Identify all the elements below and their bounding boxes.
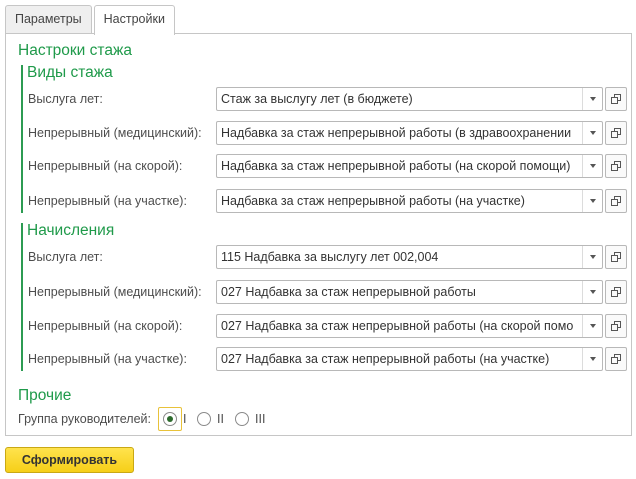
accruals-row-label: Выслуга лет: xyxy=(28,250,103,264)
types-row-label: Непрерывный (медицинский): xyxy=(28,126,202,140)
open-form-button[interactable] xyxy=(605,121,627,145)
field-value: Стаж за выслугу лет (в бюджете) xyxy=(221,92,413,106)
types-medical-field[interactable]: Надбавка за стаж непрерывной работы (в з… xyxy=(216,121,603,145)
radio-option-label: III xyxy=(255,412,266,426)
field-value: 027 Надбавка за стаж непрерывной работы … xyxy=(221,352,550,366)
field-value: 027 Надбавка за стаж непрерывной работы xyxy=(221,285,476,299)
open-form-button[interactable] xyxy=(605,87,627,111)
radio-option-label: II xyxy=(217,412,224,426)
managers-group-label: Группа руководителей: xyxy=(18,412,151,426)
accruals-row-label: Непрерывный (на участке): xyxy=(28,352,187,366)
field-value: Надбавка за стаж непрерывной работы (в з… xyxy=(221,126,572,140)
accruals-medical-field[interactable]: 027 Надбавка за стаж непрерывной работы xyxy=(216,280,603,304)
seniority-group-title: Настроки стажа xyxy=(18,42,132,59)
radio-option-2[interactable] xyxy=(197,412,211,426)
chevron-down-icon[interactable] xyxy=(582,246,602,268)
open-form-button[interactable] xyxy=(605,347,627,371)
accruals-group-bar xyxy=(21,223,23,371)
chevron-down-icon[interactable] xyxy=(582,88,602,110)
accruals-seniority-field[interactable]: 115 Надбавка за выслугу лет 002,004 xyxy=(216,245,603,269)
types-ambulance-field[interactable]: Надбавка за стаж непрерывной работы (на … xyxy=(216,154,603,178)
field-value: 027 Надбавка за стаж непрерывной работы … xyxy=(221,319,574,333)
generate-button[interactable]: Сформировать xyxy=(5,447,134,473)
open-form-button[interactable] xyxy=(605,189,627,213)
types-row-label: Непрерывный (на участке): xyxy=(28,194,187,208)
tab-parameters[interactable]: Параметры xyxy=(5,5,92,34)
chevron-down-icon[interactable] xyxy=(582,155,602,177)
accruals-row-label: Непрерывный (на скорой): xyxy=(28,319,183,333)
types-row-label: Непрерывный (на скорой): xyxy=(28,159,183,173)
other-group-title: Прочие xyxy=(18,387,72,404)
tab-bar: Параметры Настройки xyxy=(5,5,177,35)
types-row-label: Выслуга лет: xyxy=(28,92,103,106)
types-subgroup-title: Виды стажа xyxy=(27,64,113,81)
chevron-down-icon[interactable] xyxy=(582,348,602,370)
settings-panel: Настроки стажа Виды стажа Выслуга лет: С… xyxy=(5,33,632,436)
chevron-down-icon[interactable] xyxy=(582,281,602,303)
accruals-subgroup-title: Начисления xyxy=(27,222,115,239)
accruals-row-label: Непрерывный (медицинский): xyxy=(28,285,202,299)
radio-option-label: I xyxy=(183,412,187,426)
tab-settings[interactable]: Настройки xyxy=(93,5,175,35)
types-seniority-field[interactable]: Стаж за выслугу лет (в бюджете) xyxy=(216,87,603,111)
open-form-button[interactable] xyxy=(605,245,627,269)
radio-option-3[interactable] xyxy=(235,412,249,426)
open-form-button[interactable] xyxy=(605,314,627,338)
chevron-down-icon[interactable] xyxy=(582,315,602,337)
open-form-button[interactable] xyxy=(605,280,627,304)
field-value: Надбавка за стаж непрерывной работы (на … xyxy=(221,159,571,173)
chevron-down-icon[interactable] xyxy=(582,122,602,144)
accruals-district-field[interactable]: 027 Надбавка за стаж непрерывной работы … xyxy=(216,347,603,371)
field-value: Надбавка за стаж непрерывной работы (на … xyxy=(221,194,525,208)
types-district-field[interactable]: Надбавка за стаж непрерывной работы (на … xyxy=(216,189,603,213)
accruals-ambulance-field[interactable]: 027 Надбавка за стаж непрерывной работы … xyxy=(216,314,603,338)
field-value: 115 Надбавка за выслугу лет 002,004 xyxy=(221,250,439,264)
open-form-button[interactable] xyxy=(605,154,627,178)
radio-option-1[interactable] xyxy=(163,412,177,426)
types-group-bar xyxy=(21,65,23,213)
chevron-down-icon[interactable] xyxy=(582,190,602,212)
